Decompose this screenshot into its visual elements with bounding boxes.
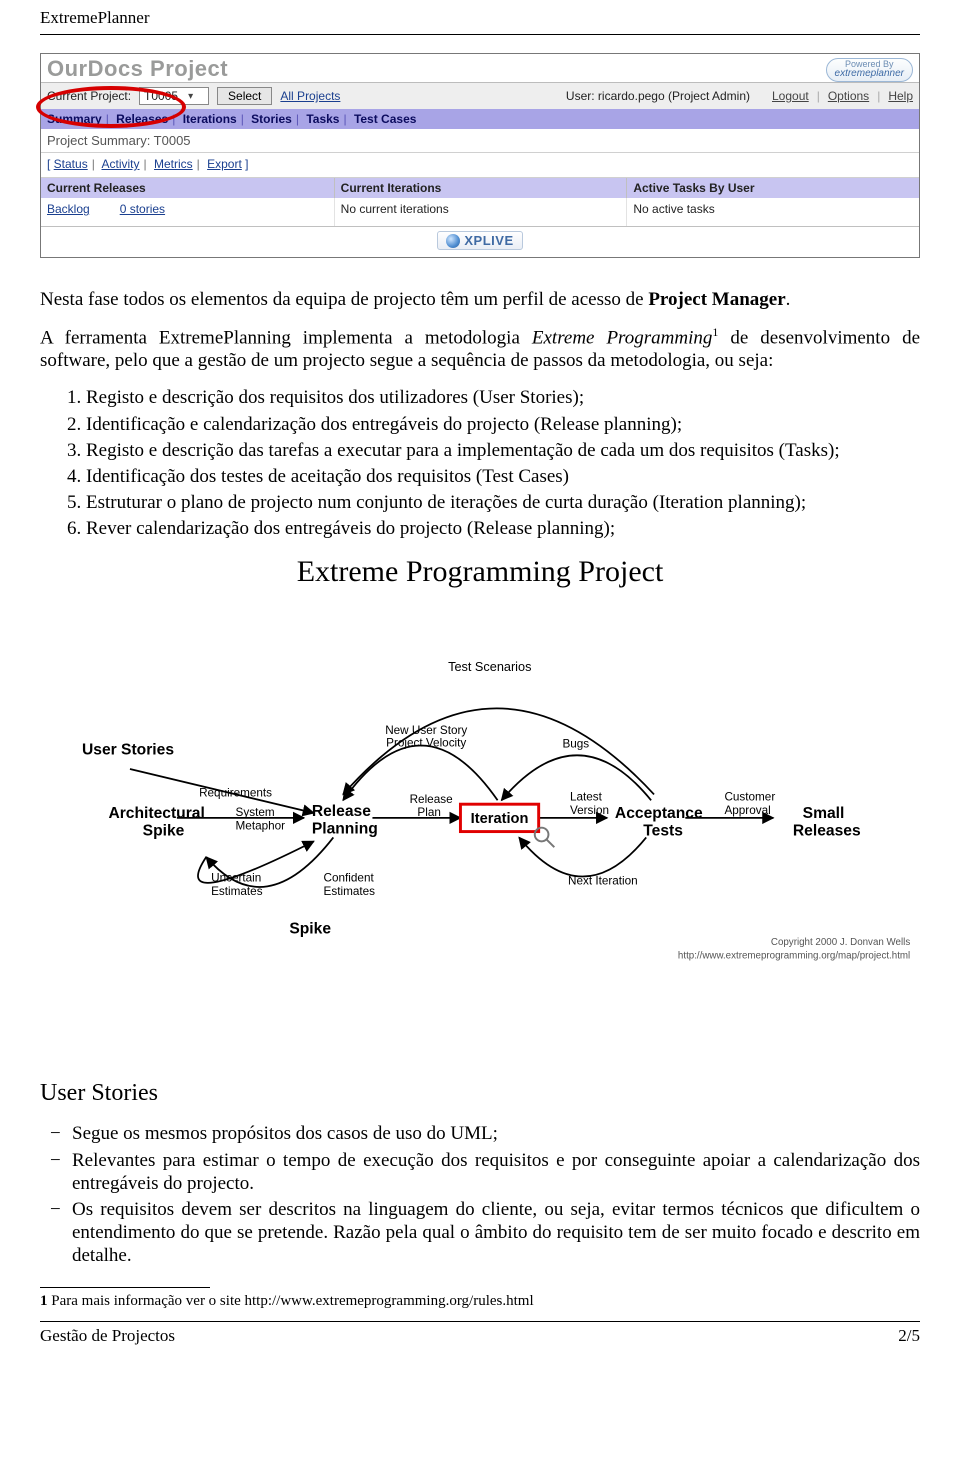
main-tabs: Summary| Releases| Iterations| Stories| … <box>41 109 919 129</box>
tab-stories[interactable]: Stories <box>251 112 292 126</box>
app-title: OurDocs Project <box>47 56 826 82</box>
svg-text:Project Velocity: Project Velocity <box>386 736 466 749</box>
col-active-tasks: Active Tasks By User <box>626 178 919 198</box>
tab-releases[interactable]: Releases <box>116 112 168 126</box>
col-current-iterations: Current Iterations <box>334 178 627 198</box>
current-project-select[interactable]: T0005 ▾ <box>139 87 209 105</box>
diagram-svg: Iteration Test Scenarios User Stories Re… <box>40 603 920 1023</box>
logout-link[interactable]: Logout <box>772 89 809 103</box>
diagram-title: Extreme Programming Project <box>40 554 920 591</box>
select-button[interactable]: Select <box>217 87 272 105</box>
page-footer: Gestão de Projectos 2/5 <box>40 1321 920 1347</box>
svg-text:Acceptance: Acceptance <box>615 805 703 822</box>
col-current-releases: Current Releases <box>41 178 334 198</box>
all-projects-link[interactable]: All Projects <box>280 89 340 103</box>
help-link[interactable]: Help <box>888 89 913 103</box>
svg-text:Iteration: Iteration <box>471 811 529 827</box>
section-heading: User Stories <box>40 1079 920 1108</box>
svg-text:Version: Version <box>570 804 609 817</box>
subtab-activity[interactable]: Activity <box>102 157 140 171</box>
svg-text:Small: Small <box>803 805 845 822</box>
paragraph-1: Nesta fase todos os elementos da equipa … <box>40 288 920 311</box>
svg-text:Copyright 2000 J. Donvan Wells: Copyright 2000 J. Donvan Wells <box>771 937 910 948</box>
app-screenshot: OurDocs Project Powered By extremeplanne… <box>40 53 920 258</box>
chevron-down-icon: ▾ <box>188 91 193 102</box>
tab-test-cases[interactable]: Test Cases <box>354 112 416 126</box>
backlog-link[interactable]: Backlog <box>47 202 90 216</box>
svg-text:Spike: Spike <box>143 822 185 839</box>
no-iterations-text: No current iterations <box>334 198 627 226</box>
xp-diagram: Extreme Programming Project <box>40 554 920 1039</box>
svg-text:Release: Release <box>410 793 453 806</box>
project-summary-title: Project Summary: T0005 <box>41 129 919 153</box>
paragraph-2: A ferramenta ExtremePlanning implementa … <box>40 325 920 373</box>
tab-iterations[interactable]: Iterations <box>183 112 237 126</box>
tab-summary[interactable]: Summary <box>47 112 102 126</box>
user-label: User: ricardo.pego (Project Admin) <box>566 89 750 103</box>
current-project-label: Current Project: <box>47 89 131 103</box>
svg-text:System: System <box>236 806 275 819</box>
svg-text:Requirements: Requirements <box>199 786 272 799</box>
no-tasks-text: No active tasks <box>626 198 919 226</box>
list-item: Os requisitos devem ser descritos na lin… <box>72 1198 920 1268</box>
methodology-steps: Registo e descrição dos requisitos dos u… <box>40 386 920 540</box>
xplive-footer: XPLIVE <box>41 227 919 257</box>
sub-tabs: [ Status| Activity| Metrics| Export ] <box>41 153 919 178</box>
footer-left: Gestão de Projectos <box>40 1326 175 1347</box>
svg-text:Uncertain: Uncertain <box>211 871 261 884</box>
list-item: Registo e descrição das tarefas a execut… <box>86 439 920 462</box>
svg-text:Metaphor: Metaphor <box>236 820 286 833</box>
svg-text:Approval: Approval <box>724 804 770 817</box>
summary-columns: Current Releases Backlog 0 stories Curre… <box>41 178 919 227</box>
subtab-status[interactable]: Status <box>54 157 88 171</box>
svg-text:Estimates: Estimates <box>324 885 376 898</box>
list-item: Segue os mesmos propósitos dos casos de … <box>72 1122 920 1145</box>
svg-text:Plan: Plan <box>417 806 440 819</box>
running-header: ExtremePlanner <box>40 8 920 35</box>
project-selector-bar: Current Project: T0005 ▾ Select All Proj… <box>41 82 919 109</box>
svg-text:Architectural: Architectural <box>108 805 204 822</box>
svg-text:Bugs: Bugs <box>562 737 589 750</box>
subtab-metrics[interactable]: Metrics <box>154 157 193 171</box>
subtab-export[interactable]: Export <box>207 157 242 171</box>
powered-by-badge: Powered By extremeplanner <box>826 58 913 82</box>
svg-text:User Stories: User Stories <box>82 741 174 758</box>
svg-text:Planning: Planning <box>312 821 378 838</box>
svg-text:http://www.extremeprogramming.: http://www.extremeprogramming.org/map/pr… <box>678 951 910 962</box>
list-item: Identificação dos testes de aceitação do… <box>86 465 920 488</box>
xplive-icon <box>446 234 460 248</box>
svg-text:Tests: Tests <box>643 822 683 839</box>
svg-text:Release: Release <box>312 803 371 820</box>
options-link[interactable]: Options <box>828 89 869 103</box>
footnote: 1 Para mais informação ver o site http:/… <box>40 1292 920 1310</box>
tab-tasks[interactable]: Tasks <box>306 112 339 126</box>
svg-text:New User Story: New User Story <box>385 724 467 737</box>
user-stories-bullets: Segue os mesmos propósitos dos casos de … <box>40 1122 920 1267</box>
svg-text:Spike: Spike <box>289 920 331 937</box>
footer-page-number: 2/5 <box>898 1326 920 1347</box>
list-item: Registo e descrição dos requisitos dos u… <box>86 386 920 409</box>
svg-text:Confident: Confident <box>324 871 375 884</box>
backlog-stories-link[interactable]: 0 stories <box>120 202 165 216</box>
svg-text:Customer: Customer <box>724 790 775 803</box>
svg-text:Next Iteration: Next Iteration <box>568 874 638 887</box>
svg-text:Releases: Releases <box>793 822 861 839</box>
list-item: Identificação e calendarização dos entre… <box>86 413 920 436</box>
list-item: Estruturar o plano de projecto num conju… <box>86 491 920 514</box>
svg-text:Estimates: Estimates <box>211 885 263 898</box>
svg-text:Latest: Latest <box>570 790 603 803</box>
svg-text:Test Scenarios: Test Scenarios <box>448 659 531 674</box>
list-item: Rever calendarização dos entregáveis do … <box>86 517 920 540</box>
list-item: Relevantes para estimar o tempo de execu… <box>72 1149 920 1195</box>
